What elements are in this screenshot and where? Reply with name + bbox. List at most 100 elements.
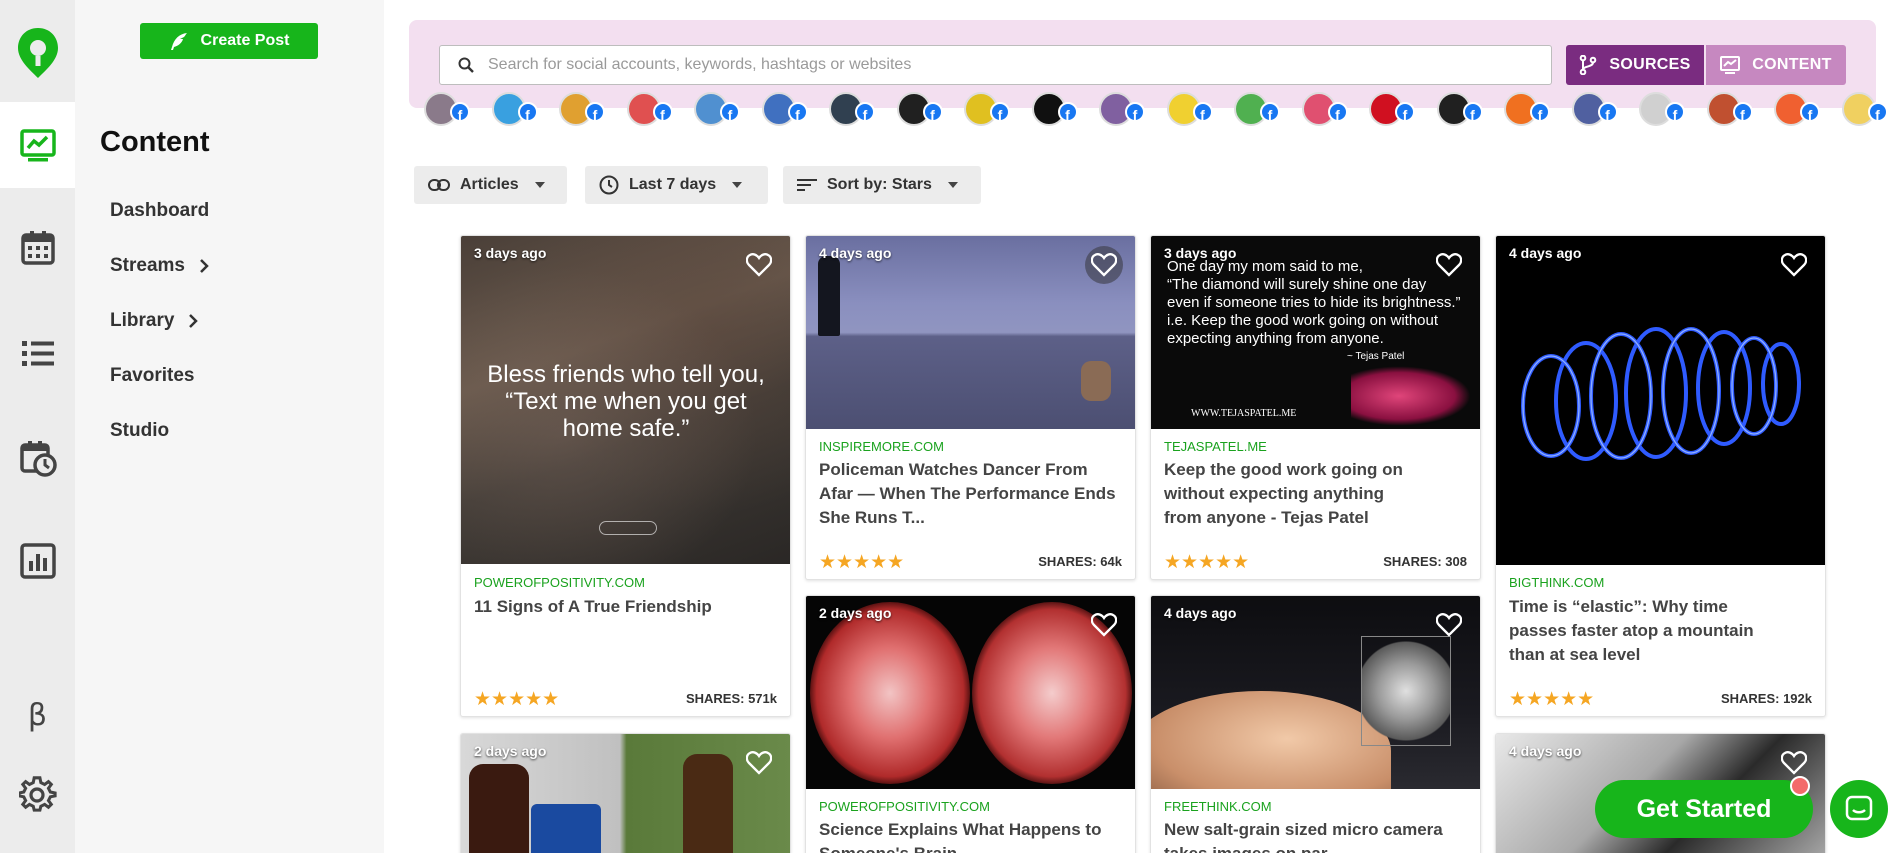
nav-item-streams[interactable]: Streams	[110, 255, 209, 277]
facebook-icon: f	[1462, 102, 1483, 123]
search-input[interactable]	[488, 56, 1548, 74]
sort-dropdown[interactable]: Sort by: Stars	[783, 166, 981, 204]
favorite-heart-icon[interactable]	[1430, 246, 1468, 284]
facebook-icon: f	[1260, 102, 1280, 123]
source-avatar[interactable]: f	[829, 92, 875, 126]
source-avatar[interactable]: f	[1301, 92, 1348, 126]
content-card[interactable]: 4 days ago BIGTHINK.COM Time is “elastic…	[1495, 235, 1826, 717]
card-shares: SHARES: 192k	[1720, 691, 1812, 706]
card-title[interactable]: 11 Signs of A True Friendship	[474, 595, 774, 619]
source-avatar[interactable]: f	[424, 92, 470, 126]
card-source[interactable]: INSPIREMORE.COM	[819, 439, 944, 454]
facebook-icon: f	[855, 102, 875, 123]
caret-down-icon	[534, 182, 545, 188]
card-source[interactable]: BIGTHINK.COM	[1509, 575, 1604, 590]
beta-icon[interactable]: β	[0, 672, 75, 758]
facebook-icon: f	[1192, 102, 1213, 123]
card-source[interactable]: TEJASPATEL.ME	[1164, 439, 1267, 454]
source-avatar[interactable]: f	[1436, 92, 1483, 126]
card-title[interactable]: New salt-grain sized micro camera takes …	[1164, 818, 1464, 853]
quote-site: WWW.TEJASPATEL.ME	[1191, 408, 1297, 419]
date-range-dropdown[interactable]: Last 7 days	[585, 166, 768, 204]
card-source[interactable]: FREETHINK.COM	[1164, 799, 1272, 814]
source-avatar[interactable]: f	[1099, 92, 1145, 126]
sources-button[interactable]: SOURCES	[1566, 45, 1704, 85]
source-avatar-strip[interactable]: ffffffffffffffffffffff	[424, 92, 1892, 128]
content-card[interactable]: 2 days ago	[460, 733, 791, 853]
content-button[interactable]: CONTENT	[1706, 45, 1846, 85]
facebook-icon: f	[585, 102, 605, 123]
source-avatar[interactable]: f	[761, 92, 808, 126]
source-avatar[interactable]: f	[694, 92, 740, 126]
card-title[interactable]: Science Explains What Happens to Someone…	[819, 818, 1119, 853]
content-card[interactable]: 2 days ago POWEROFPOSITIVITY.COM Science…	[805, 595, 1136, 853]
content-card[interactable]: 4 days ago FREETHINK.COM New salt-grain …	[1150, 595, 1481, 853]
source-avatar[interactable]: f	[559, 92, 605, 126]
facebook-icon: f	[450, 102, 470, 123]
card-age: 2 days ago	[819, 605, 892, 621]
get-started-label: Get Started	[1636, 794, 1772, 823]
type-filter-dropdown[interactable]: Articles	[414, 166, 567, 204]
card-title[interactable]: Keep the good work going on without expe…	[1164, 458, 1404, 530]
favorite-heart-icon[interactable]	[740, 744, 778, 782]
chat-bubble-icon[interactable]	[1830, 780, 1888, 838]
calendar-icon[interactable]	[0, 205, 75, 291]
card-source[interactable]: POWEROFPOSITIVITY.COM	[819, 799, 990, 814]
policeman-figure	[818, 256, 840, 336]
card-stars: ★★★★★	[474, 689, 560, 710]
search-box[interactable]	[439, 45, 1552, 85]
card-source[interactable]: POWEROFPOSITIVITY.COM	[474, 575, 645, 590]
nav-item-dashboard[interactable]: Dashboard	[110, 200, 209, 222]
source-avatar[interactable]: f	[1369, 92, 1415, 126]
source-avatar[interactable]: f	[1234, 92, 1280, 126]
content-chart-icon[interactable]	[0, 102, 75, 188]
source-avatar[interactable]: f	[491, 92, 538, 126]
fingertip-image	[1151, 691, 1391, 789]
nav-item-favorites[interactable]: Favorites	[110, 365, 194, 387]
list-icon[interactable]	[0, 310, 75, 396]
favorite-heart-icon[interactable]	[740, 246, 778, 284]
card-stars: ★★★★★	[819, 552, 905, 573]
source-avatar[interactable]: f	[1571, 92, 1618, 126]
branch-icon	[1580, 55, 1597, 75]
card-shares: SHARES: 308	[1383, 554, 1467, 569]
can-image	[531, 804, 601, 853]
search-icon	[458, 57, 474, 73]
favorite-heart-icon[interactable]	[1085, 606, 1123, 644]
card-title[interactable]: Time is “elastic”: Why time passes faste…	[1509, 595, 1769, 667]
favorite-heart-icon[interactable]	[1085, 246, 1123, 284]
create-post-button[interactable]: Create Post	[140, 23, 318, 59]
source-avatar[interactable]: f	[964, 92, 1010, 126]
source-avatar[interactable]: f	[1504, 92, 1550, 126]
nav-item-library[interactable]: Library	[110, 310, 199, 332]
caret-down-icon	[732, 182, 743, 188]
source-avatar[interactable]: f	[1639, 92, 1685, 126]
map-pin-logo-icon[interactable]	[0, 0, 75, 105]
content-label: CONTENT	[1752, 56, 1832, 73]
source-avatar[interactable]: f	[1706, 92, 1753, 126]
favorite-heart-icon[interactable]	[1775, 246, 1813, 284]
facebook-icon: f	[1597, 102, 1618, 123]
content-card[interactable]: 4 days ago INSPIREMORE.COM Policeman Wat…	[805, 235, 1136, 580]
source-avatar[interactable]: f	[626, 92, 673, 126]
gear-icon[interactable]	[0, 752, 75, 838]
source-avatar[interactable]: f	[1841, 92, 1888, 126]
analytics-icon[interactable]	[0, 518, 75, 604]
content-card[interactable]: Bless friends who tell you, “Text me whe…	[460, 235, 791, 717]
calendar-clock-icon[interactable]	[0, 415, 75, 501]
facebook-icon: f	[517, 102, 538, 123]
nav-item-label: Streams	[110, 255, 185, 276]
card-title[interactable]: Policeman Watches Dancer From Afar — Whe…	[819, 458, 1119, 530]
source-avatar[interactable]: f	[896, 92, 943, 126]
source-avatar[interactable]: f	[1774, 92, 1820, 126]
nav-item-label: Favorites	[110, 365, 195, 386]
get-started-button[interactable]: Get Started	[1595, 780, 1813, 838]
clock-icon	[599, 175, 619, 195]
nav-item-studio[interactable]: Studio	[110, 420, 169, 442]
source-avatar[interactable]: f	[1031, 92, 1078, 126]
favorite-heart-icon[interactable]	[1430, 606, 1468, 644]
source-avatar[interactable]: f	[1166, 92, 1213, 126]
card-image-quote: Bless friends who tell you, “Text me whe…	[487, 361, 765, 442]
content-card[interactable]: One day my mom said to me, “The diamond …	[1150, 235, 1481, 580]
favorite-heart-icon[interactable]	[1775, 744, 1813, 782]
